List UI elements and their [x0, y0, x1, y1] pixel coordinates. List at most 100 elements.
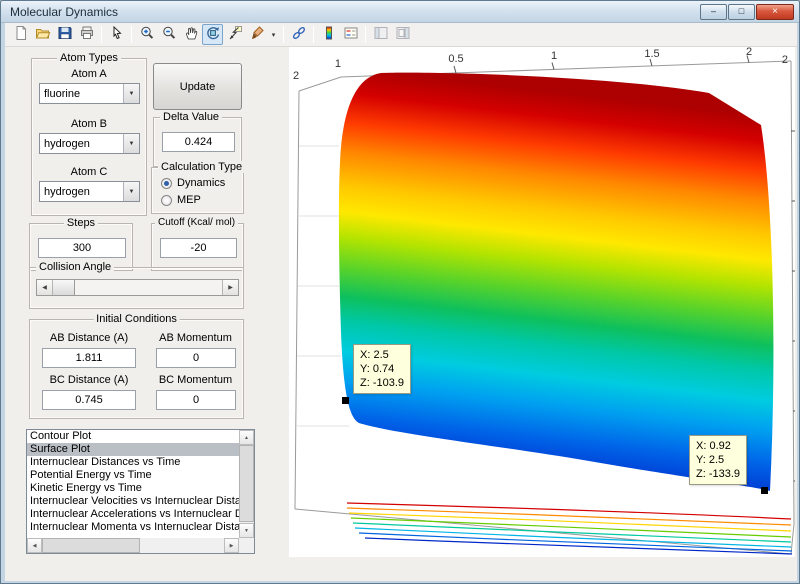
- list-item[interactable]: Kinetic Energy vs Time: [27, 482, 239, 495]
- brush-button[interactable]: [246, 24, 267, 45]
- calculation-type-title: Calculation Type: [158, 161, 245, 173]
- datatip-x-value: X: 0.92: [696, 439, 740, 453]
- datatip-marker-2[interactable]: [761, 487, 768, 494]
- dynamics-radio-row[interactable]: Dynamics: [161, 177, 225, 189]
- bc-distance-field[interactable]: 0.745: [42, 390, 136, 410]
- chevron-down-icon[interactable]: ▼: [123, 84, 139, 103]
- insert-legend-button[interactable]: [340, 24, 361, 45]
- ab-momentum-field[interactable]: 0: [156, 348, 236, 368]
- dynamics-radio[interactable]: [161, 178, 172, 189]
- printer-icon: [79, 25, 95, 44]
- collision-angle-slider[interactable]: ◀ ▶: [36, 279, 239, 296]
- edit-plot-button[interactable]: [106, 24, 127, 45]
- ab-distance-field[interactable]: 1.811: [42, 348, 136, 368]
- toolbar-separator: [365, 26, 366, 43]
- show-plot-tools-button: [392, 24, 413, 45]
- slider-track[interactable]: [53, 280, 222, 295]
- horizontal-scrollbar[interactable]: ◀ ▶: [27, 538, 239, 553]
- zoom-in-button[interactable]: [136, 24, 157, 45]
- ab-momentum-label: AB Momentum: [148, 332, 243, 344]
- mep-radio-label: MEP: [177, 194, 201, 206]
- datatip-z-value: Z: -103.9: [360, 376, 404, 390]
- list-item[interactable]: Internuclear Momenta vs Internuclear Dis…: [27, 521, 239, 534]
- datatip-1[interactable]: X: 2.5 Y: 0.74 Z: -103.9: [353, 344, 411, 394]
- atom-a-value: fluorine: [40, 88, 123, 100]
- chevron-down-icon[interactable]: ▼: [123, 182, 139, 201]
- cutoff-field[interactable]: -20: [160, 238, 237, 258]
- insert-colorbar-button[interactable]: [318, 24, 339, 45]
- slider-thumb[interactable]: [53, 280, 75, 295]
- zoom-out-icon: [161, 25, 177, 44]
- list-item[interactable]: Internuclear Distances vs Time: [27, 456, 239, 469]
- datatip-z-value: Z: -133.9: [696, 467, 740, 481]
- atom-c-label: Atom C: [32, 166, 146, 178]
- chevron-down-icon[interactable]: ▼: [123, 134, 139, 153]
- maximize-button[interactable]: □: [728, 4, 755, 20]
- close-button[interactable]: ×: [756, 4, 794, 20]
- figure-toolbar: ▾: [5, 23, 797, 47]
- brush-dropdown[interactable]: ▾: [268, 24, 279, 45]
- x-tick-label: 1: [551, 50, 557, 62]
- rotate-3d-icon: [205, 25, 221, 44]
- list-item[interactable]: Internuclear Accelerations vs Internucle…: [27, 508, 239, 521]
- collision-angle-group: Collision Angle ◀ ▶: [29, 267, 244, 309]
- zoom-out-button[interactable]: [158, 24, 179, 45]
- update-button[interactable]: Update: [153, 63, 242, 110]
- atom-a-dropdown[interactable]: fluorine ▼: [39, 83, 140, 104]
- window-title: Molecular Dynamics: [10, 5, 118, 19]
- steps-title: Steps: [64, 217, 98, 229]
- legend-icon: [343, 25, 359, 44]
- initial-conditions-title: Initial Conditions: [93, 313, 180, 325]
- bc-momentum-field[interactable]: 0: [156, 390, 236, 410]
- calculation-type-group: Calculation Type Dynamics MEP: [151, 167, 244, 214]
- toolbar-separator: [101, 26, 102, 43]
- y-tick-label: 2: [293, 70, 299, 82]
- surface-plot-axes[interactable]: 0.5 1 1.5 2 1 2 2: [289, 47, 795, 557]
- scroll-right-arrow[interactable]: ▶: [224, 538, 239, 553]
- data-cursor-button[interactable]: [224, 24, 245, 45]
- open-file-button[interactable]: [32, 24, 53, 45]
- scroll-up-arrow[interactable]: ▲: [239, 430, 254, 445]
- pan-button[interactable]: [180, 24, 201, 45]
- link-plot-button[interactable]: [288, 24, 309, 45]
- slider-left-arrow[interactable]: ◀: [37, 280, 53, 295]
- steps-field[interactable]: 300: [38, 238, 126, 258]
- atom-c-value: hydrogen: [40, 186, 123, 198]
- atom-c-dropdown[interactable]: hydrogen ▼: [39, 181, 140, 202]
- titlebar[interactable]: Molecular Dynamics – □ ×: [1, 1, 799, 23]
- list-item[interactable]: Internuclear Velocities vs Internuclear …: [27, 495, 239, 508]
- scroll-down-arrow[interactable]: ▼: [239, 523, 254, 538]
- list-item[interactable]: Potential Energy vs Time: [27, 469, 239, 482]
- cursor-arrow-icon: [109, 25, 125, 44]
- x-tick-label: 0.5: [448, 53, 463, 65]
- print-figure-button[interactable]: [76, 24, 97, 45]
- app-window: Molecular Dynamics – □ × ▾ Atom Typ: [0, 0, 800, 584]
- show-plot-tools-icon: [395, 25, 411, 44]
- mep-radio-row[interactable]: MEP: [161, 194, 201, 206]
- atom-b-dropdown[interactable]: hydrogen ▼: [39, 133, 140, 154]
- slider-right-arrow[interactable]: ▶: [222, 280, 238, 295]
- datatip-marker-1[interactable]: [342, 397, 349, 404]
- horizontal-scroll-thumb[interactable]: [42, 538, 140, 553]
- cutoff-title: Cutoff (Kcal/ mol): [155, 217, 238, 228]
- mep-radio[interactable]: [161, 195, 172, 206]
- hide-plot-tools-icon: [373, 25, 389, 44]
- list-item-selected[interactable]: Surface Plot: [27, 443, 239, 456]
- minimize-button[interactable]: –: [700, 4, 727, 20]
- atom-types-group: Atom Types Atom A fluorine ▼ Atom B hydr…: [31, 58, 147, 216]
- potential-energy-surface[interactable]: [339, 73, 774, 491]
- atom-b-label: Atom B: [32, 118, 146, 130]
- colorbar-icon: [321, 25, 337, 44]
- save-figure-button[interactable]: [54, 24, 75, 45]
- new-figure-button[interactable]: [10, 24, 31, 45]
- list-item[interactable]: Contour Plot: [27, 430, 239, 443]
- datatip-2[interactable]: X: 0.92 Y: 2.5 Z: -133.9: [689, 435, 747, 485]
- scroll-left-arrow[interactable]: ◀: [27, 538, 42, 553]
- vertical-scrollbar[interactable]: ▲ ▼: [239, 430, 254, 538]
- rotate-3d-button[interactable]: [202, 24, 223, 45]
- horizontal-scroll-track[interactable]: [42, 538, 224, 553]
- datatip-x-value: X: 2.5: [360, 348, 404, 362]
- delta-value-field[interactable]: 0.424: [162, 132, 235, 152]
- vertical-scroll-thumb[interactable]: [239, 445, 254, 522]
- cutoff-group: Cutoff (Kcal/ mol) -20: [151, 223, 244, 271]
